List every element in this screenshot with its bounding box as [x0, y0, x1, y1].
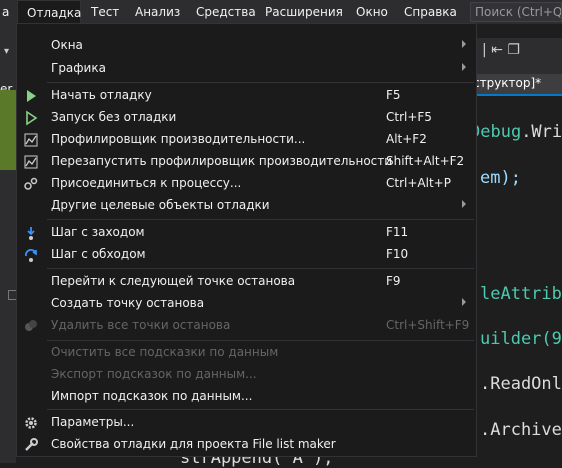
menu-item-start-without-debugging[interactable]: Запуск без отладки Ctrl+F5 — [17, 107, 476, 129]
play-outline-icon — [26, 110, 38, 126]
menu-item-new-breakpoint[interactable]: Создать точку останова — [17, 293, 476, 315]
code-line: Debug.Wri — [470, 122, 562, 142]
menu-item-delete-all-breakpoints[interactable]: Удалить все точки останова Ctrl+Shift+F9 — [17, 315, 476, 337]
menu-item-performance-profiler[interactable]: Профилировщик производительности... Alt+… — [17, 129, 476, 151]
menu-item-label: Перезапустить профилировщик производител… — [51, 154, 393, 168]
gear-icon — [25, 417, 37, 429]
step-over-icon — [25, 249, 37, 262]
menu-item-label: Свойства отладки для проекта File list m… — [51, 437, 336, 451]
code-line: .Archive — [480, 420, 562, 440]
submenu-arrow-icon — [462, 298, 466, 306]
code-line: .ReadOnl — [480, 374, 562, 394]
shortcut-label: Ctrl+Shift+F9 — [386, 318, 470, 332]
toolbar-separator-icon: | — [482, 42, 487, 58]
shortcut-label: Alt+F2 — [386, 132, 427, 146]
shortcut-label: F9 — [386, 274, 401, 288]
menu-item-label: Очистить все подсказки по данным — [51, 345, 279, 359]
menu-item-windows[interactable]: Окна — [17, 35, 476, 57]
debug-menu-dropdown: Окна Графика Начать отладку F5 Запуск бе… — [16, 23, 477, 457]
code-line: uilder(9) — [480, 329, 562, 349]
code-line: em); — [480, 168, 521, 188]
menu-item-next-breakpoint[interactable]: Перейти к следующей точке останова F9 — [17, 271, 476, 293]
menu-item-label: Перейти к следующей точке останова — [51, 274, 296, 288]
copy-toolbar-icon[interactable]: ❐ — [507, 42, 520, 58]
menu-separator — [47, 340, 474, 341]
menu-item-extensions[interactable]: Расширения — [265, 0, 343, 24]
menu-item-restart-profiler[interactable]: Перезапустить профилировщик производител… — [17, 151, 476, 173]
menu-separator — [47, 268, 474, 269]
menu-item-window[interactable]: Окно — [356, 0, 388, 24]
menu-item-label: Профилировщик производительности... — [51, 132, 306, 146]
submenu-arrow-icon — [462, 63, 466, 71]
menu-item-label: Начать отладку — [51, 88, 152, 102]
document-tab-label: структор]* — [473, 76, 542, 90]
menu-item-step-over[interactable]: Шаг с обходом F10 — [17, 244, 476, 266]
menu-item-label: Графика — [51, 61, 106, 75]
menu-item-label: Шаг с обходом — [51, 247, 146, 261]
menu-item-label: Запуск без отладки — [51, 110, 177, 124]
menu-item-start-debugging[interactable]: Начать отладку F5 — [17, 85, 476, 107]
shortcut-label: F5 — [386, 88, 401, 102]
attach-gears-icon — [24, 177, 38, 190]
menu-separator — [47, 82, 474, 83]
menu-item-graphics[interactable]: Графика — [17, 58, 476, 80]
menu-item-help[interactable]: Справка — [404, 0, 457, 24]
menu-item-other-debug-targets[interactable]: Другие целевые объекты отладки — [17, 195, 476, 217]
toolbar-icons[interactable]: | ⇤ ❐ — [482, 42, 520, 58]
search-input[interactable]: Поиск (Ctrl+Q) — [470, 2, 562, 22]
menu-item-label: Присоединиться к процессу... — [51, 176, 242, 190]
code-line: leAttrib — [480, 284, 562, 304]
menu-item-label: Шаг с заходом — [51, 225, 145, 239]
shortcut-label: F11 — [386, 225, 409, 239]
menu-item-clear-datatips[interactable]: Очистить все подсказки по данным — [17, 342, 476, 364]
submenu-arrow-icon — [462, 200, 466, 208]
profiler-restart-icon — [24, 155, 38, 169]
menu-item-debug-properties[interactable]: Свойства отладки для проекта File list m… — [17, 434, 476, 456]
step-into-icon — [27, 227, 35, 240]
menu-item-label: Удалить все точки останова — [51, 318, 231, 332]
toolbar-dropdown-icon[interactable]: ▾ — [4, 46, 9, 57]
menu-separator — [47, 219, 474, 220]
menu-item-label: Окна — [51, 38, 83, 52]
profiler-icon — [24, 133, 38, 147]
menu-item-label: Экспорт подсказок по данным... — [51, 367, 257, 381]
play-icon — [27, 90, 36, 102]
menu-bar: а Отладка Тест Анализ Средства Расширени… — [0, 0, 562, 24]
wrench-icon — [25, 438, 38, 451]
shortcut-label: F10 — [386, 247, 409, 261]
shortcut-label: Shift+Alt+F2 — [386, 154, 465, 168]
menu-item-label: Другие целевые объекты отладки — [51, 198, 270, 212]
menu-item-export-datatips[interactable]: Экспорт подсказок по данным... — [17, 364, 476, 386]
menu-item-attach-to-process[interactable]: Присоединиться к процессу... Ctrl+Alt+P — [17, 173, 476, 195]
menu-item-step-into[interactable]: Шаг с заходом F11 — [17, 222, 476, 244]
breakpoints-delete-icon — [25, 320, 37, 331]
menu-item-import-datatips[interactable]: Импорт подсказок по данным... — [17, 386, 476, 408]
menu-item-label: Параметры... — [51, 415, 135, 429]
change-indicator-bar — [0, 90, 16, 170]
menu-item-options[interactable]: Параметры... — [17, 412, 476, 434]
menu-item-label: Создать точку останова — [51, 296, 205, 310]
shortcut-label: Ctrl+F5 — [386, 110, 432, 124]
document-tab-active[interactable]: структор]* — [463, 74, 562, 94]
menu-item-tools[interactable]: Средства — [196, 0, 256, 24]
menu-item-analyze[interactable]: Анализ — [135, 0, 180, 24]
submenu-arrow-icon — [462, 40, 466, 48]
menu-item-debug[interactable]: Отладка — [17, 0, 81, 24]
menu-item-test[interactable]: Тест — [91, 0, 119, 24]
menu-item-label: Импорт подсказок по данным... — [51, 389, 253, 403]
breakpoint-toolbar-icon[interactable]: ⇤ — [491, 42, 503, 58]
shortcut-label: Ctrl+Alt+P — [386, 176, 451, 190]
menu-separator — [47, 409, 474, 410]
